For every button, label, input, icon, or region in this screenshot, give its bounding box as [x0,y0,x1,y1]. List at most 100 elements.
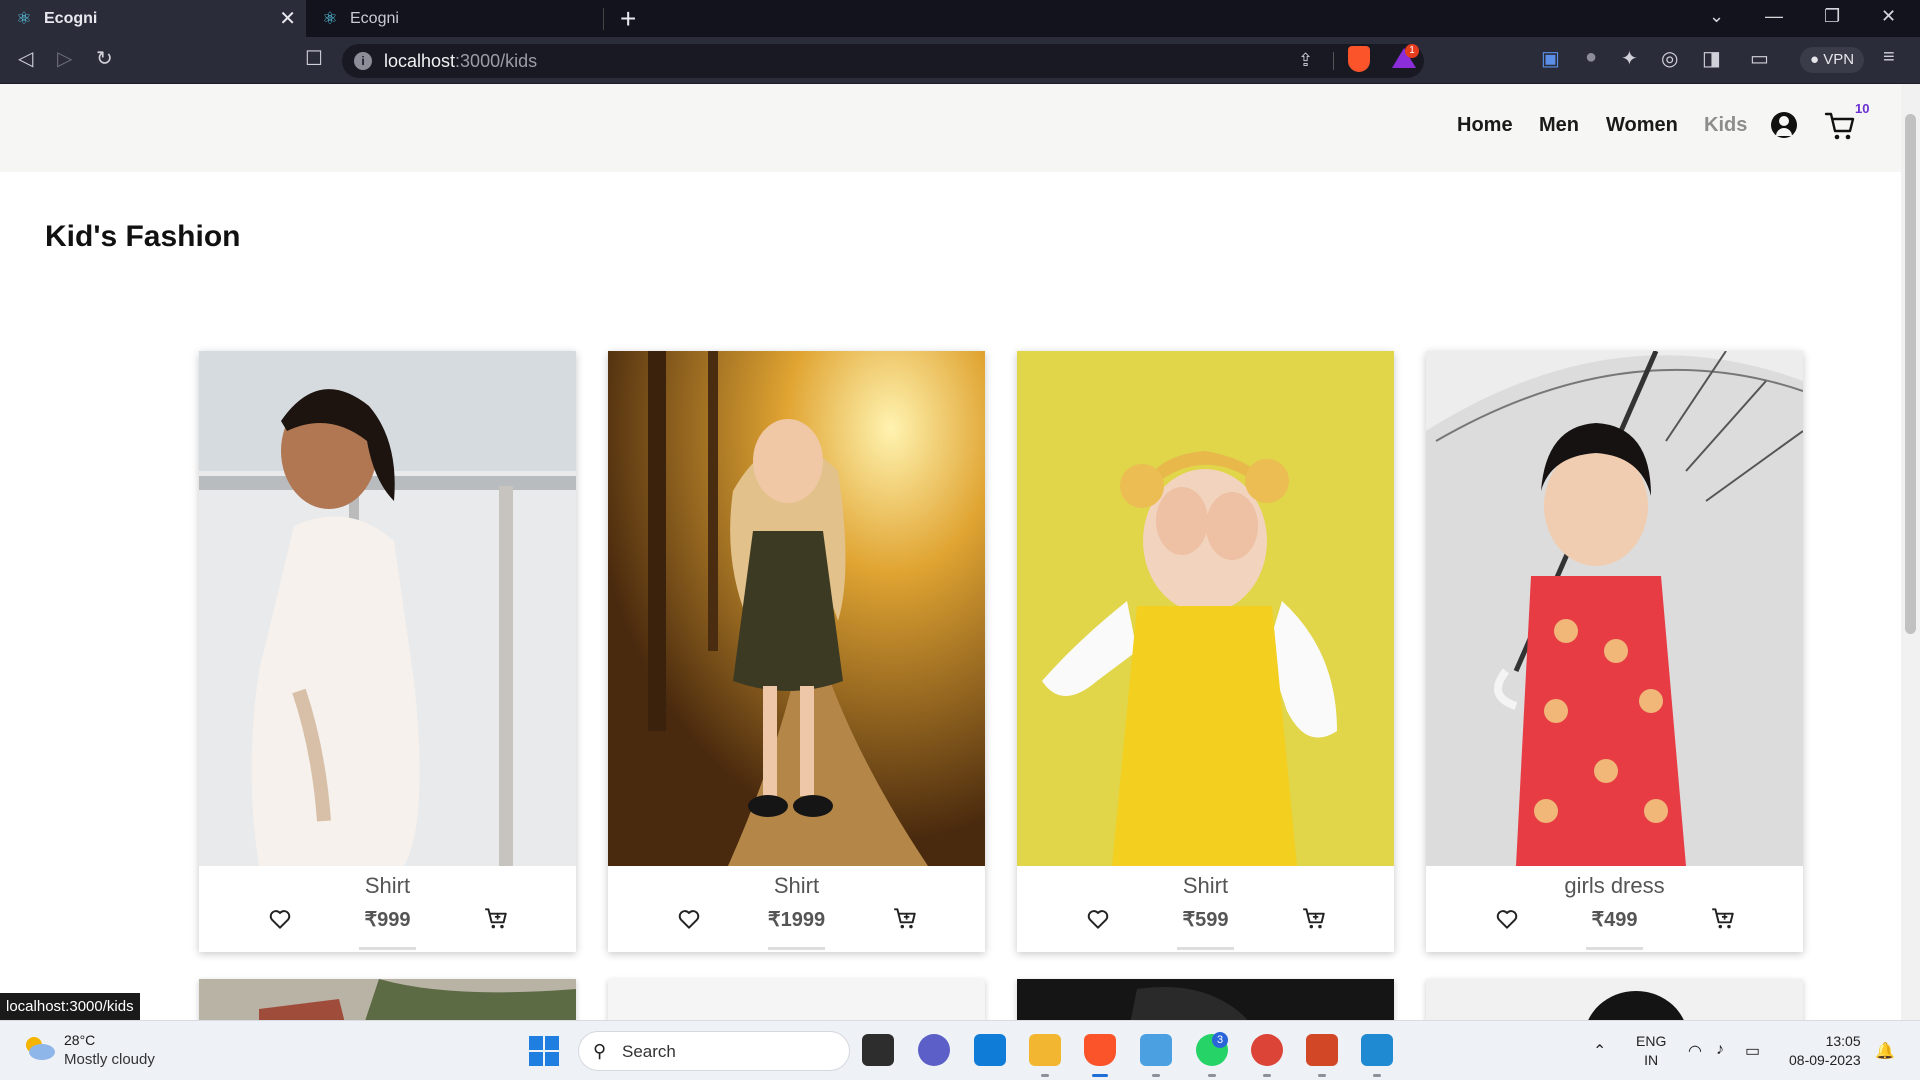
region-code: IN [1644,1052,1659,1068]
product-image[interactable] [199,351,576,866]
active-indicator [1092,1074,1108,1077]
address-bar[interactable]: i localhost:3000/kids ⇪ [342,44,1424,78]
react-favicon-icon: ⚛ [16,8,32,28]
search-placeholder: Search [622,1042,676,1061]
new-tab-button[interactable]: + [620,3,636,35]
add-to-cart-icon[interactable] [892,905,918,931]
url-path: :3000/kids [455,51,538,71]
extension-icon[interactable]: ● [1585,46,1597,69]
product-card-partial[interactable] [199,979,576,1020]
product-name: Shirt [1182,873,1229,898]
translate-icon[interactable]: ▣ [1541,46,1560,71]
running-indicator [1263,1074,1271,1077]
card-underline [1586,947,1643,950]
page-scrollbar[interactable] [1901,84,1920,1020]
product-name: girls dress [1564,873,1665,898]
vscode-icon[interactable] [1361,1034,1393,1077]
tab-ecogni-active[interactable]: ⚛ Ecogni ✕ [0,0,306,37]
nav-men[interactable]: Men [1539,114,1579,137]
windows-start-icon[interactable] [529,1036,559,1066]
product-image[interactable] [608,351,985,866]
browser-toolbar: ◁ ▷ ↻ ☐ i localhost:3000/kids ⇪ 1 ▣ ● ✦ … [0,37,1920,84]
cart-icon[interactable] [1824,110,1856,142]
url-text: localhost:3000/kids [384,51,537,72]
running-indicator [1208,1074,1216,1077]
cart-count-badge: 10 [1855,101,1870,116]
weather-temperature[interactable]: 28°C [64,1032,95,1048]
tab-search-chevron-icon[interactable]: ⌄ [1709,6,1724,27]
url-host: localhost [384,51,456,71]
running-indicator [1152,1074,1160,1077]
reload-icon[interactable]: ↻ [96,46,113,71]
nav-kids[interactable]: Kids [1704,114,1747,137]
sidebar-icon[interactable]: ◨ [1702,46,1721,71]
nav-women[interactable]: Women [1606,114,1678,137]
taskbar-search[interactable]: ⚲ Search [578,1031,850,1071]
vpn-button[interactable]: ● VPN [1800,47,1865,73]
rewards-badge: 1 [1405,44,1419,58]
urlbar-divider [1333,52,1334,70]
add-to-cart-icon[interactable] [1301,905,1327,931]
file-explorer-icon[interactable] [1029,1034,1061,1077]
menu-icon[interactable]: ≡ [1883,46,1895,69]
product-card[interactable]: girls dress ₹499 [1426,351,1803,952]
back-icon[interactable]: ◁ [18,46,33,71]
search-icon: ⚲ [593,1041,607,1061]
user-account-icon[interactable] [1771,112,1797,138]
site-navbar: Home Men Women Kids 10 [0,84,1901,172]
wallet-icon[interactable]: ▭ [1750,46,1769,71]
running-indicator [1373,1074,1381,1077]
bookmark-icon[interactable]: ☐ [305,46,323,71]
product-card-partial[interactable] [1017,979,1394,1020]
tab-title: Ecogni [44,9,98,27]
close-window-button[interactable]: ✕ [1881,6,1896,27]
minimize-button[interactable]: — [1765,6,1783,27]
cortana-icon[interactable] [974,1034,1006,1066]
product-price: ₹599 [1182,909,1229,931]
product-image[interactable] [1426,351,1803,866]
add-to-cart-icon[interactable] [1710,905,1736,931]
page-title: Kid's Fashion [45,220,241,253]
add-to-cart-icon[interactable] [483,905,509,931]
product-card-partial[interactable] [1426,979,1803,1020]
status-bar-url: localhost:3000/kids [0,993,140,1020]
brave-browser-icon[interactable] [1084,1034,1116,1077]
task-view-icon[interactable] [862,1034,894,1066]
teams-chat-icon[interactable] [918,1034,950,1066]
card-underline [1177,947,1234,950]
product-card-partial[interactable] [608,979,985,1020]
powerpoint-icon[interactable] [1306,1034,1338,1077]
product-image[interactable] [1017,351,1394,866]
control-panel-icon[interactable] [1140,1034,1172,1077]
forward-icon[interactable]: ▷ [57,46,72,71]
brave-shields-icon[interactable] [1348,46,1370,72]
weather-description[interactable]: Mostly cloudy [64,1051,155,1068]
tab-ecogni[interactable]: ⚛ Ecogni [306,0,604,37]
windows-taskbar: 28°C Mostly cloudy ⚲ Search 3 ⌃ ENG IN ◠… [0,1020,1920,1080]
system-clock[interactable]: 13:05 08-09-2023 [1789,1032,1861,1070]
extensions-puzzle-icon[interactable]: ✦ [1621,46,1638,71]
battery-icon[interactable]: ▭ [1745,1041,1760,1061]
nav-home[interactable]: Home [1457,114,1513,137]
weather-cloudy-icon[interactable] [22,1035,56,1061]
language-code: ENG [1636,1033,1667,1049]
show-hidden-icons-chevron-icon[interactable]: ⌃ [1593,1041,1606,1061]
tab-divider [603,8,604,30]
vpn-label: VPN [1823,51,1855,68]
tab-title: Ecogni [350,9,399,27]
site-info-icon[interactable]: i [354,52,372,70]
language-indicator[interactable]: ENG IN [1636,1032,1666,1070]
product-card[interactable]: Shirt ₹1999 [608,351,985,952]
share-icon[interactable]: ⇪ [1298,50,1313,71]
close-tab-icon[interactable]: ✕ [279,6,296,31]
volume-icon[interactable]: ♪ [1716,1041,1724,1059]
leo-ai-icon[interactable]: ◎ [1661,46,1678,71]
notifications-bell-icon[interactable]: 🔔 [1875,1041,1895,1061]
product-card[interactable]: Shirt ₹599 [1017,351,1394,952]
react-favicon-icon: ⚛ [322,8,338,28]
product-card[interactable]: Shirt ₹999 [199,351,576,952]
wifi-icon[interactable]: ◠ [1688,1041,1702,1061]
scrollbar-thumb[interactable] [1905,114,1916,634]
restore-button[interactable]: ❐ [1824,6,1840,27]
chrome-icon[interactable] [1251,1034,1283,1077]
